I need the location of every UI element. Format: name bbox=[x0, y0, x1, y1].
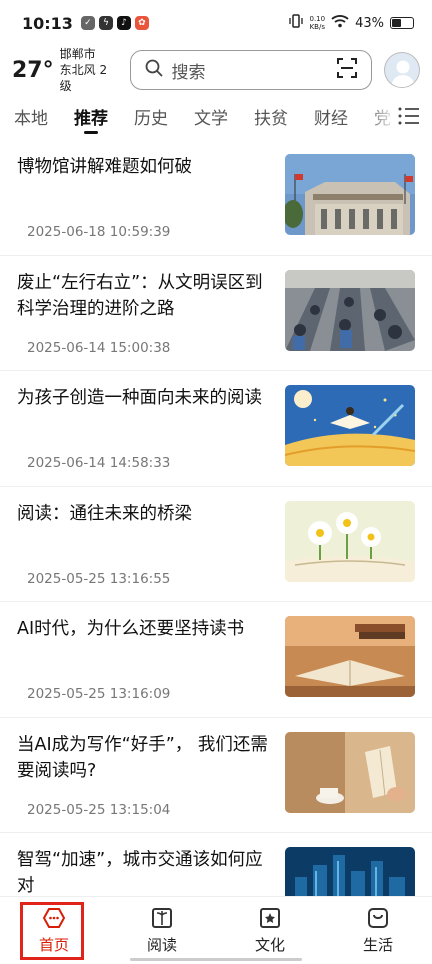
article-title: 废止“左行右立”：从文明误区到科学治理的进阶之路 bbox=[17, 272, 263, 319]
article-date: 2025-06-14 14:58:33 bbox=[27, 455, 171, 471]
open-books-image bbox=[285, 616, 415, 697]
top-header: 27° 邯郸市 东北风 2级 搜索 bbox=[0, 46, 432, 94]
nav-reading-label: 阅读 bbox=[146, 936, 177, 954]
avatar[interactable] bbox=[384, 52, 420, 88]
status-bar: 10:13 ✓ ϟ ♪ ✿ 0.10 KB/s 43% bbox=[0, 0, 432, 46]
museum-building-image bbox=[285, 154, 415, 235]
star-badge-icon bbox=[258, 906, 282, 930]
article-list: 博物馆讲解难题如何破 2025-06-18 10:59:39 废止“左行右立”：… bbox=[0, 140, 432, 949]
net-speed-value: 0.10 bbox=[309, 15, 326, 23]
article-date: 2025-05-25 13:16:55 bbox=[27, 570, 171, 587]
active-tab-highlight bbox=[20, 902, 84, 960]
article-date: 2025-05-25 13:16:09 bbox=[27, 686, 171, 702]
tab-finance[interactable]: 财经 bbox=[314, 94, 348, 138]
tab-recommended[interactable]: 推荐 bbox=[74, 94, 108, 138]
article-date: 2025-06-18 10:59:39 bbox=[27, 224, 171, 240]
tab-poverty-relief[interactable]: 扶贫 bbox=[254, 94, 288, 138]
net-speed-unit: KB/s bbox=[309, 23, 325, 31]
vibrate-icon bbox=[288, 14, 304, 32]
status-time: 10:13 bbox=[22, 13, 73, 33]
battery-percent: 43% bbox=[355, 15, 384, 31]
search-placeholder: 搜索 bbox=[171, 62, 206, 83]
category-tabs: 本地 推荐 历史 文学 扶贫 财经 党 bbox=[0, 94, 432, 138]
nav-life-label: 生活 bbox=[362, 936, 393, 954]
article-title: 当AI成为写作“好手”， 我们还需要阅读吗? bbox=[17, 734, 268, 781]
book-icon bbox=[150, 906, 174, 930]
article-title: 为孩子创造一种面向未来的阅读 bbox=[17, 388, 262, 408]
search-icon bbox=[145, 59, 163, 81]
nav-culture-label: 文化 bbox=[254, 936, 285, 954]
city-label: 邯郸市 bbox=[59, 47, 96, 61]
red-app-icon: ✿ bbox=[134, 16, 149, 30]
article-item[interactable]: 为孩子创造一种面向未来的阅读 2025-06-14 14:58:33 bbox=[0, 371, 432, 487]
article-item[interactable]: 博物馆讲解难题如何破 2025-06-18 10:59:39 bbox=[0, 140, 432, 256]
tiktok-icon: ♪ bbox=[116, 16, 131, 30]
article-title: 智驾“加速”，城市交通该如何应对 bbox=[17, 850, 263, 896]
article-item[interactable]: AI时代，为什么还要坚持读书 2025-05-25 13:16:09 bbox=[0, 602, 432, 718]
check-app-icon: ✓ bbox=[80, 16, 95, 30]
search-bar[interactable]: 搜索 bbox=[130, 50, 373, 90]
tab-history[interactable]: 历史 bbox=[134, 94, 168, 138]
daisies-and-book-image bbox=[285, 500, 415, 582]
scan-icon[interactable] bbox=[337, 58, 358, 82]
woman-reading-image bbox=[285, 731, 415, 813]
article-title: AI时代，为什么还要坚持读书 bbox=[17, 619, 245, 639]
temperature: 27° bbox=[12, 57, 54, 83]
tab-local[interactable]: 本地 bbox=[14, 94, 48, 138]
nav-reading[interactable]: 阅读 bbox=[108, 897, 216, 964]
tab-fade bbox=[366, 94, 396, 138]
nav-life[interactable]: 生活 bbox=[324, 897, 432, 964]
weather-info[interactable]: 邯郸市 东北风 2级 bbox=[60, 46, 119, 94]
net-speed: 0.10 KB/s bbox=[310, 15, 326, 31]
article-item[interactable]: 当AI成为写作“好手”， 我们还需要阅读吗? 2025-05-25 13:15:… bbox=[0, 718, 432, 833]
battery-icon bbox=[390, 17, 414, 29]
home-indicator bbox=[130, 958, 302, 961]
article-date: 2025-06-14 15:00:38 bbox=[27, 339, 171, 356]
wind-label: 东北风 2级 bbox=[59, 63, 108, 93]
article-item[interactable]: 阅读：通往未来的桥梁 2025-05-25 13:16:55 bbox=[0, 487, 432, 602]
child-reading-illustration bbox=[285, 385, 415, 466]
bag-icon bbox=[366, 906, 390, 930]
bolt-app-icon: ϟ bbox=[98, 16, 113, 30]
menu-icon[interactable] bbox=[398, 106, 420, 126]
article-item[interactable]: 废止“左行右立”：从文明误区到科学治理的进阶之路 2025-06-14 15:0… bbox=[0, 256, 432, 371]
nav-culture[interactable]: 文化 bbox=[216, 897, 324, 964]
article-title: 阅读：通往未来的桥梁 bbox=[17, 503, 192, 524]
escalator-crowd-image bbox=[285, 269, 415, 351]
wifi-icon bbox=[331, 14, 349, 32]
tab-literature[interactable]: 文学 bbox=[194, 94, 228, 138]
article-date: 2025-05-25 13:15:04 bbox=[27, 801, 171, 818]
article-title: 博物馆讲解难题如何破 bbox=[17, 157, 192, 177]
